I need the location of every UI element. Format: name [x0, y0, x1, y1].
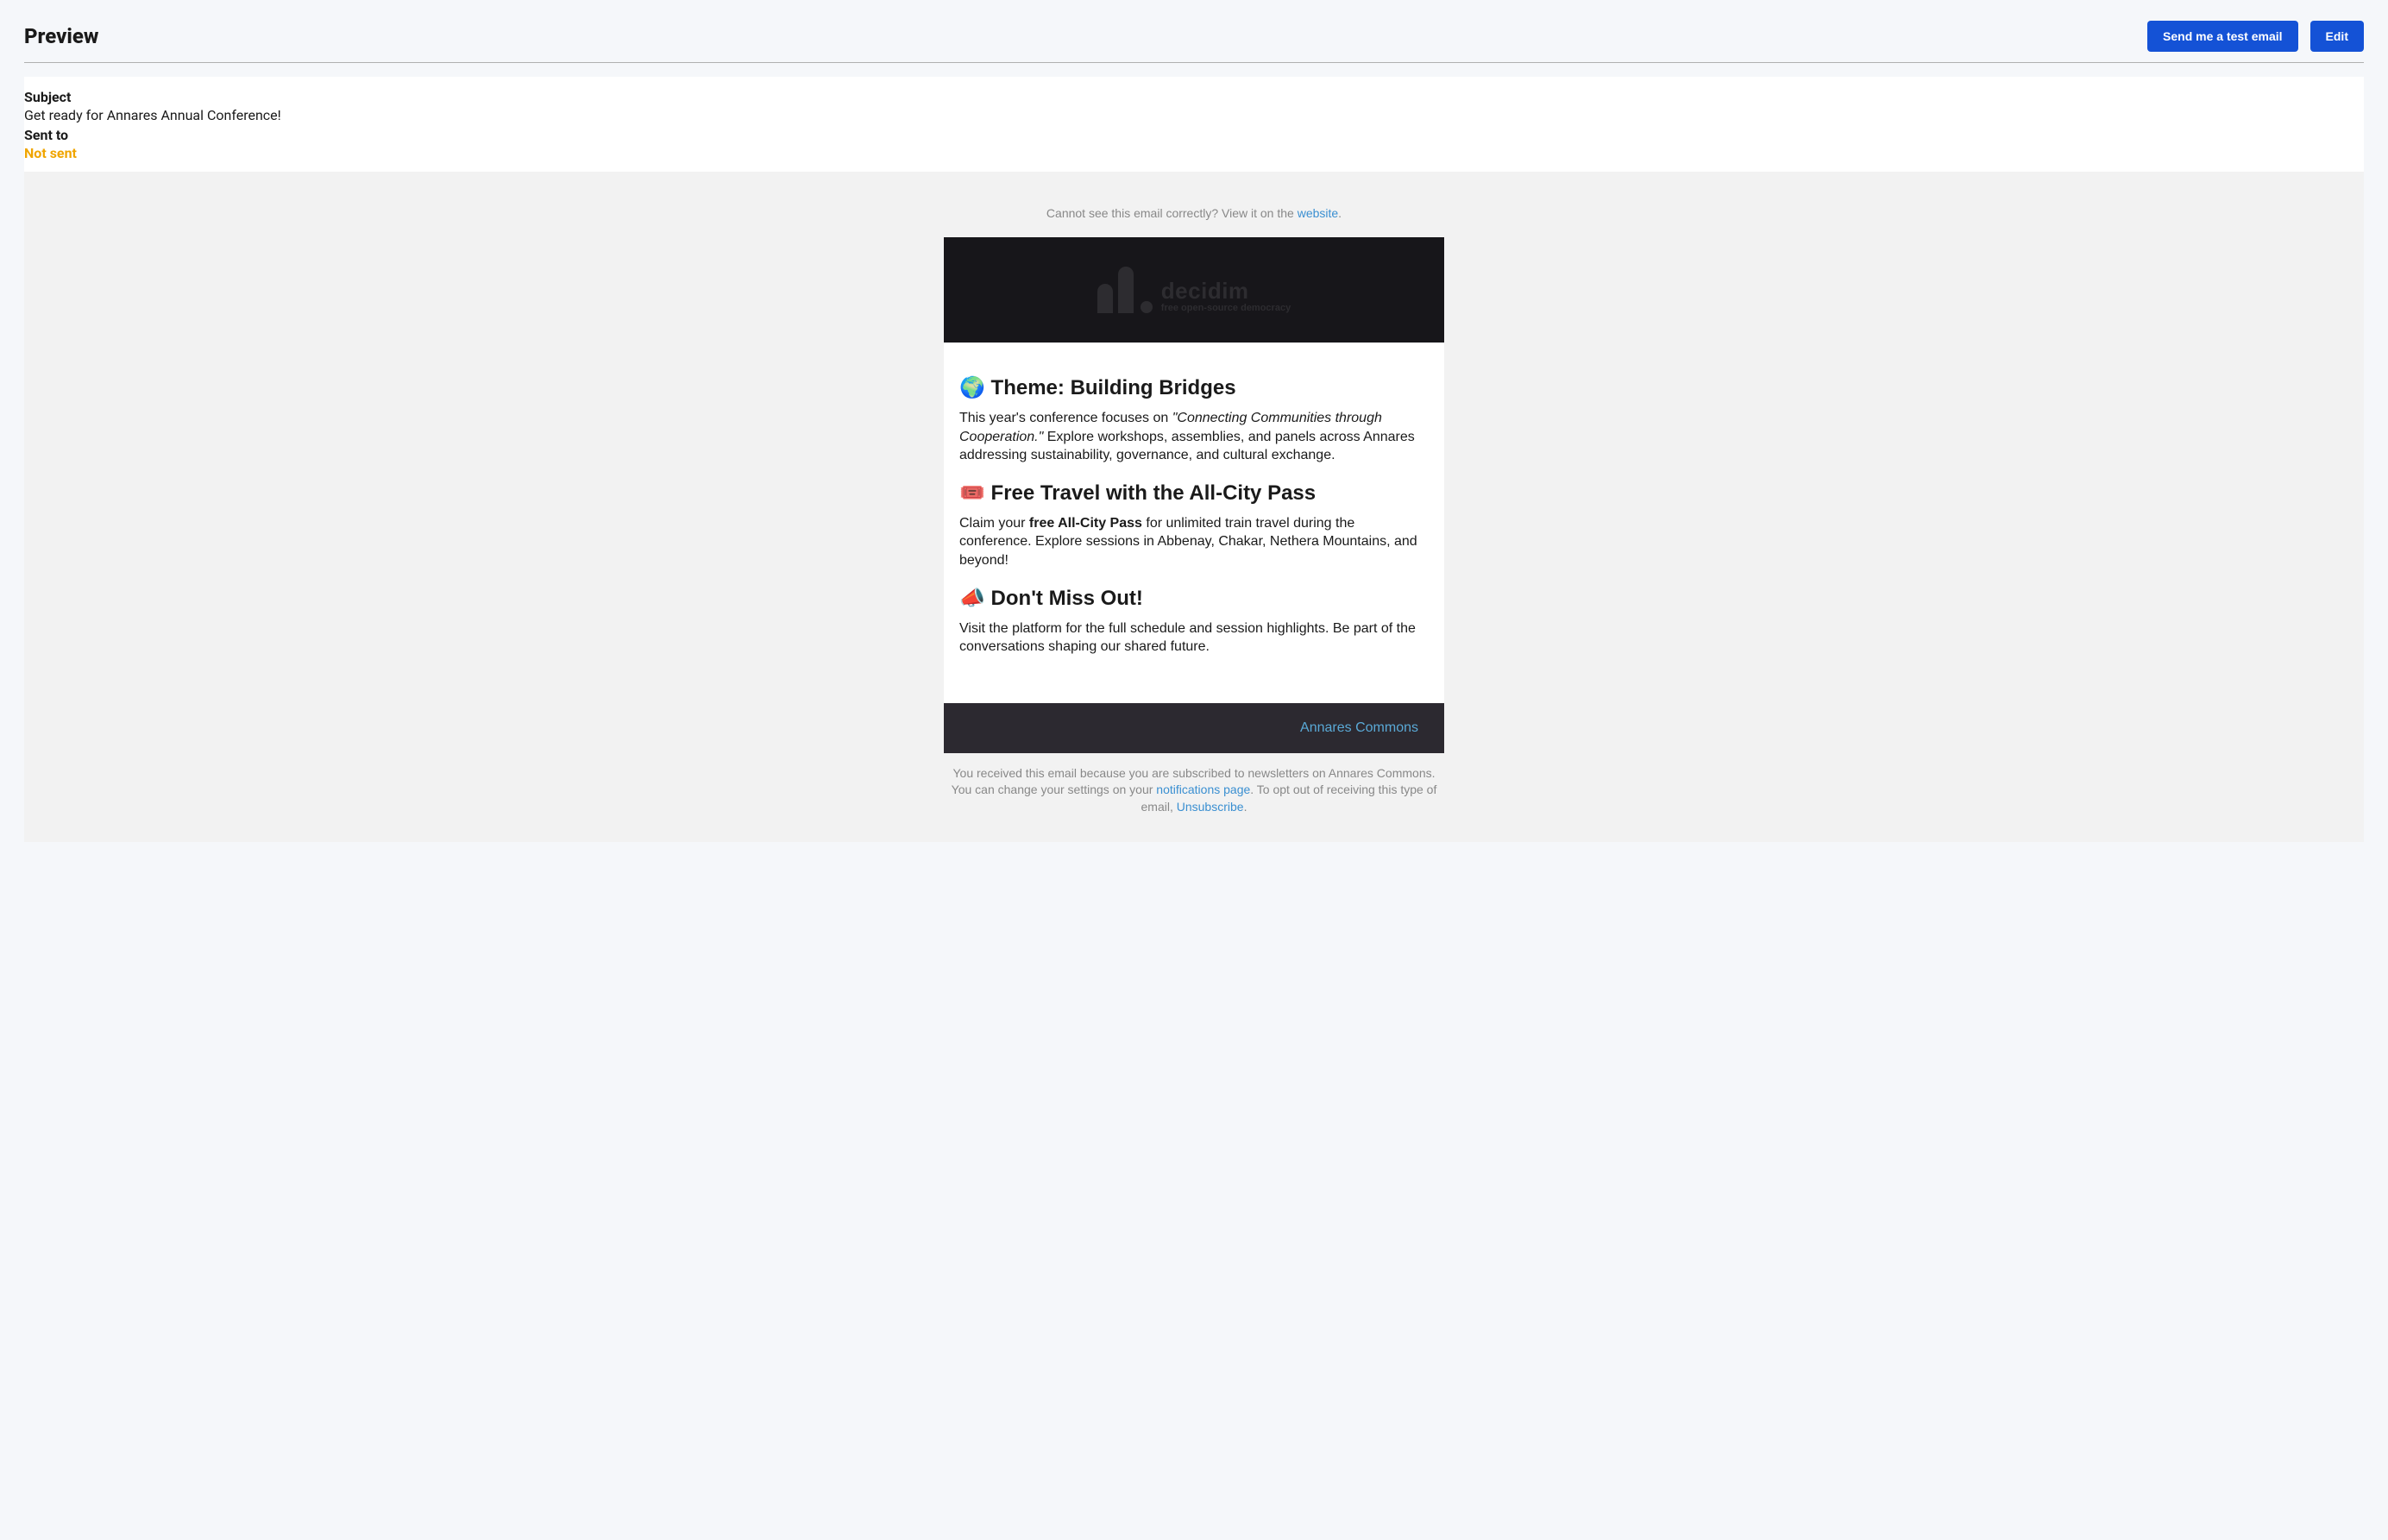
- logo-tagline: free open-source democracy: [1161, 304, 1291, 313]
- travel-para-bold: free All-City Pass: [1029, 516, 1142, 531]
- decidim-logo: decidim free open-source democracy: [1097, 267, 1291, 313]
- send-test-email-button[interactable]: Send me a test email: [2147, 21, 2298, 52]
- email-body: 🌍 Theme: Building Bridges This year's co…: [944, 343, 1444, 703]
- unsub-post: .: [1244, 800, 1247, 814]
- sent-status: Not sent: [24, 145, 2364, 161]
- subject-value: Get ready for Annares Annual Conference!: [24, 107, 2364, 123]
- unsubscribe-link[interactable]: Unsubscribe: [1177, 800, 1244, 814]
- view-on-website-link[interactable]: website: [1298, 206, 1338, 220]
- view-in-browser-line: Cannot see this email correctly? View it…: [24, 206, 2364, 220]
- sent-to-label: Sent to: [24, 127, 2364, 143]
- page-header: Preview Send me a test email Edit: [24, 21, 2364, 63]
- email-header: decidim free open-source democracy: [944, 237, 1444, 343]
- notifications-page-link[interactable]: notifications page: [1156, 783, 1250, 796]
- page-title: Preview: [24, 24, 98, 48]
- section-heading-dontmiss: 📣 Don't Miss Out!: [959, 586, 1429, 611]
- section-heading-theme: 🌍 Theme: Building Bridges: [959, 375, 1429, 400]
- edit-button[interactable]: Edit: [2310, 21, 2364, 52]
- header-actions: Send me a test email Edit: [2147, 21, 2364, 52]
- section-para-theme: This year's conference focuses on "Conne…: [959, 409, 1429, 465]
- email-card: decidim free open-source democracy 🌍 The…: [944, 237, 1444, 753]
- logo-text: decidim free open-source democracy: [1161, 280, 1291, 313]
- logo-bars-icon: [1097, 267, 1153, 313]
- newsletter-meta: Subject Get ready for Annares Annual Con…: [24, 77, 2364, 172]
- travel-para-pre: Claim your: [959, 516, 1029, 531]
- email-footer-link[interactable]: Annares Commons: [1300, 720, 1418, 735]
- section-para-travel: Claim your free All-City Pass for unlimi…: [959, 514, 1429, 570]
- email-footer: Annares Commons: [944, 703, 1444, 753]
- fallback-post-text: .: [1338, 206, 1342, 220]
- logo-name: decidim: [1161, 280, 1291, 302]
- page: Preview Send me a test email Edit Subjec…: [0, 0, 2388, 877]
- section-para-dontmiss: Visit the platform for the full schedule…: [959, 619, 1429, 657]
- unsubscribe-line: You received this email because you are …: [944, 765, 1444, 816]
- subject-label: Subject: [24, 89, 2364, 105]
- email-preview-area: Cannot see this email correctly? View it…: [24, 172, 2364, 842]
- theme-para-pre: This year's conference focuses on: [959, 411, 1172, 425]
- section-heading-travel: 🎟️ Free Travel with the All-City Pass: [959, 481, 1429, 506]
- fallback-pre-text: Cannot see this email correctly? View it…: [1046, 206, 1298, 220]
